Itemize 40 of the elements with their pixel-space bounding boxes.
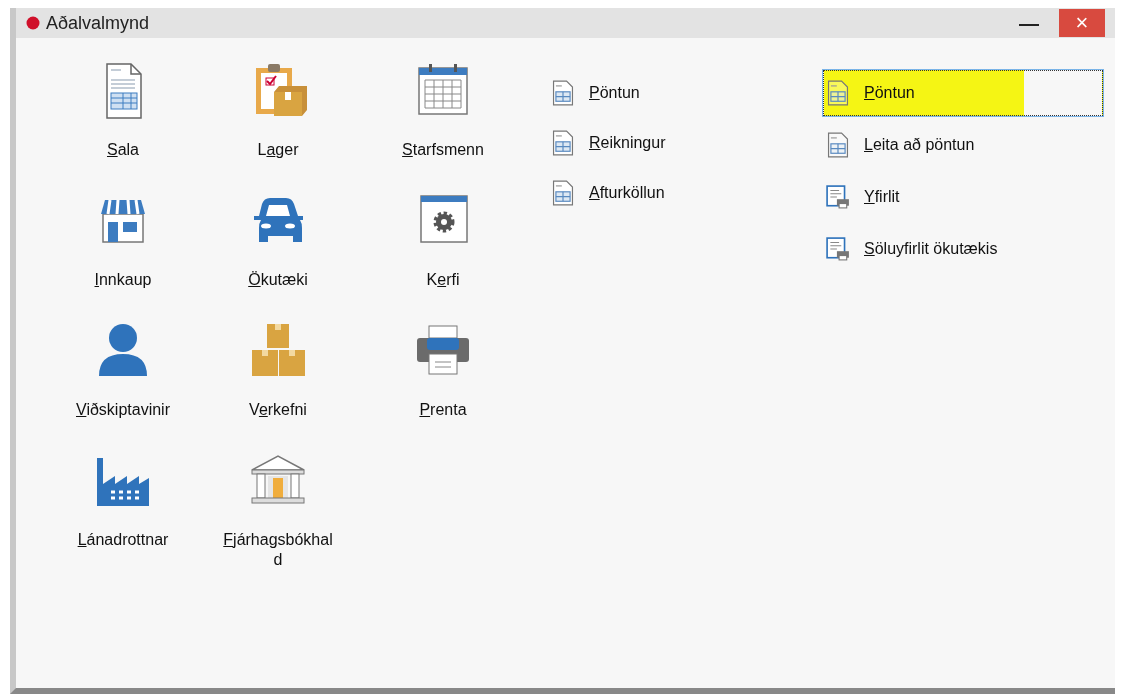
module-button[interactable]: Ökutæki [248, 190, 308, 290]
menu-item[interactable]: Söluyfirlit ökutækis [823, 234, 1103, 264]
module-label: Ökutæki [248, 270, 308, 290]
module-button[interactable]: Verkefni [248, 320, 308, 420]
module-label: Verkefni [249, 400, 307, 420]
module-button[interactable]: Innkaup [93, 190, 153, 290]
menu-item[interactable]: Pöntun [823, 70, 1103, 116]
close-button[interactable]: × [1059, 9, 1105, 37]
module-label: Fjárhagsbókhald [222, 530, 334, 570]
module-label: Lánadrottnar [77, 530, 169, 550]
menu-item[interactable]: Yfirlit [823, 182, 1103, 212]
module-label: Lager [257, 140, 299, 160]
module-button[interactable]: Fjárhagsbókhald [222, 450, 334, 570]
document-icon [551, 130, 575, 156]
document-icon [551, 180, 575, 206]
module-label: Kerfi [426, 270, 460, 290]
document-icon [551, 80, 575, 106]
module-label: Prenta [419, 400, 467, 420]
menu-item[interactable]: Leita að pöntun [823, 130, 1103, 160]
module-label: Sala [107, 140, 139, 160]
module-button[interactable]: Prenta [413, 320, 473, 420]
menu-item[interactable]: Pöntun [548, 78, 643, 108]
app-icon [26, 16, 40, 30]
document-icon [826, 80, 850, 106]
module-button[interactable]: Viðskiptavinir [76, 320, 170, 420]
document-icon [826, 132, 850, 158]
report-printer-icon [826, 236, 850, 262]
module-button[interactable]: Lánadrottnar [77, 450, 169, 550]
minimize-button[interactable]: — [1009, 8, 1049, 38]
module-button[interactable]: Sala [93, 60, 153, 160]
menu-item[interactable]: Reikningur [548, 128, 669, 158]
module-label: Starfsmenn [402, 140, 484, 160]
module-label: Viðskiptavinir [76, 400, 170, 420]
module-button[interactable]: Lager [248, 60, 308, 160]
window-title: Aðalvalmynd [46, 12, 151, 34]
module-button[interactable]: Kerfi [413, 190, 473, 290]
module-button[interactable]: Starfsmenn [402, 60, 484, 160]
report-printer-icon [826, 184, 850, 210]
menu-item[interactable]: Afturköllun [548, 178, 668, 208]
module-label: Innkaup [94, 270, 152, 290]
